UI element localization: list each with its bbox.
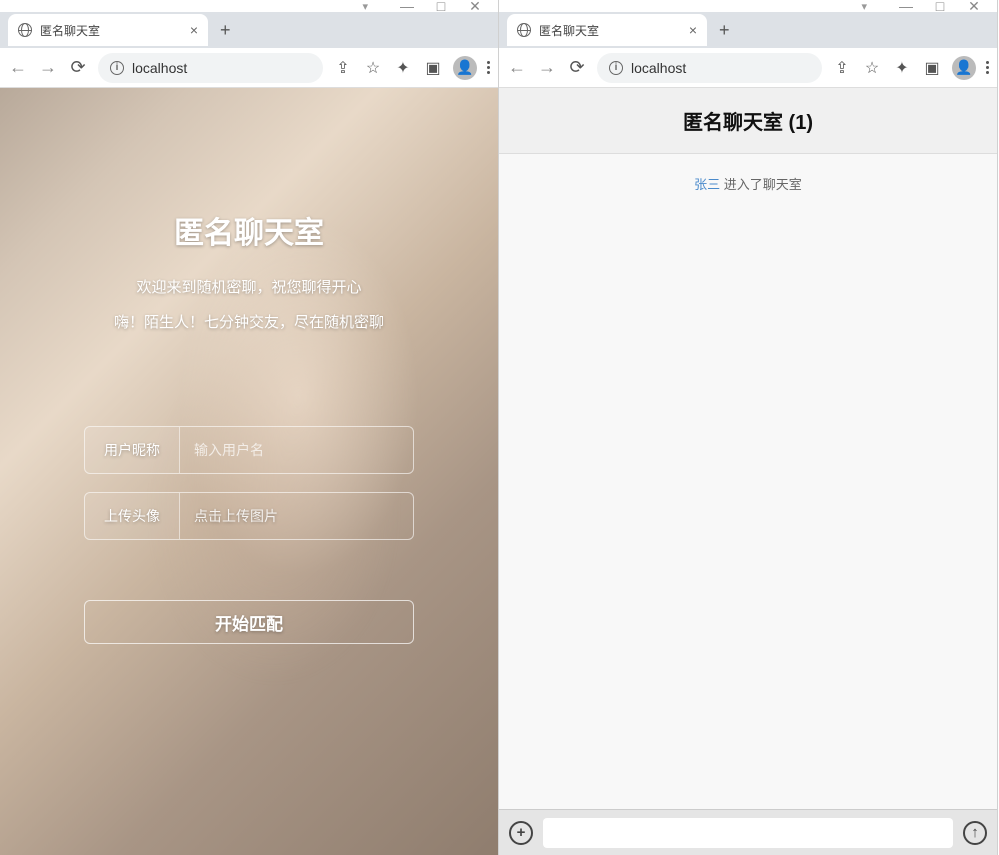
nickname-input[interactable] [180,427,413,473]
reload-button[interactable]: ⟳ [68,57,88,78]
system-action: 进入了聊天室 [720,177,802,192]
page-content-left: 匿名聊天室 欢迎来到随机密聊，祝您聊得开心 嗨！陌生人！七分钟交友，尽在随机密聊… [0,88,498,855]
info-icon[interactable]: i [110,61,124,75]
extensions-icon[interactable]: ✦ [892,58,912,78]
nickname-label: 用户昵称 [85,427,180,473]
globe-icon [18,23,32,37]
send-button[interactable]: ↑ [963,821,987,845]
chat-input-bar: + ↑ [499,809,997,855]
window-titlebar: ▾ — □ ✕ [499,0,997,12]
info-icon[interactable]: i [609,61,623,75]
upload-hint: 点击上传图片 [180,493,413,539]
address-bar[interactable]: i localhost [597,53,822,83]
chat-header: 匿名聊天室 (1) [499,88,997,154]
bookmark-icon[interactable]: ☆ [363,58,383,78]
chat-body: 张三 进入了聊天室 [499,154,997,809]
page-subtitle-1: 欢迎来到随机密聊，祝您聊得开心 [136,276,361,297]
message-input[interactable] [543,818,953,848]
chevron-down-icon[interactable]: ▾ [861,0,867,13]
forward-button[interactable]: → [38,57,58,78]
tab-strip: 匿名聊天室 × + [499,12,997,48]
profile-button[interactable]: 👤 [952,56,976,80]
new-tab-button[interactable]: + [220,20,231,41]
browser-window-left: ▾ — □ ✕ 匿名聊天室 × + ← → ⟳ i localhost ⇪ ☆ … [0,0,499,855]
tab-title: 匿名聊天室 [539,22,599,39]
new-tab-button[interactable]: + [719,20,730,41]
page-subtitle-2: 嗨！陌生人！七分钟交友，尽在随机密聊 [114,311,384,332]
share-icon[interactable]: ⇪ [333,58,353,78]
panel-icon[interactable]: ▣ [423,58,443,78]
globe-icon [517,23,531,37]
bookmark-icon[interactable]: ☆ [862,58,882,78]
upload-row[interactable]: 上传头像 点击上传图片 [84,492,414,540]
system-user: 张三 [694,177,720,192]
add-attachment-button[interactable]: + [509,821,533,845]
address-text: localhost [132,60,187,76]
nickname-row: 用户昵称 [84,426,414,474]
panel-icon[interactable]: ▣ [922,58,942,78]
tab-strip: 匿名聊天室 × + [0,12,498,48]
upload-label: 上传头像 [85,493,180,539]
browser-window-right: ▾ — □ ✕ 匿名聊天室 × + ← → ⟳ i localhost ⇪ ☆ … [499,0,998,855]
close-tab-icon[interactable]: × [689,22,697,38]
page-content-right: 匿名聊天室 (1) 张三 进入了聊天室 + ↑ [499,88,997,855]
chevron-down-icon[interactable]: ▾ [362,0,368,13]
back-button[interactable]: ← [8,57,28,78]
browser-toolbar: ← → ⟳ i localhost ⇪ ☆ ✦ ▣ 👤 [0,48,498,88]
menu-button[interactable] [487,61,490,74]
share-icon[interactable]: ⇪ [832,58,852,78]
tab-title: 匿名聊天室 [40,22,100,39]
profile-button[interactable]: 👤 [453,56,477,80]
browser-tab[interactable]: 匿名聊天室 × [507,14,707,46]
system-message: 张三 进入了聊天室 [519,174,977,193]
page-title: 匿名聊天室 [174,208,324,252]
menu-button[interactable] [986,61,989,74]
extensions-icon[interactable]: ✦ [393,58,413,78]
back-button[interactable]: ← [507,57,527,78]
login-form: 用户昵称 上传头像 点击上传图片 开始匹配 [84,426,414,644]
browser-tab[interactable]: 匿名聊天室 × [8,14,208,46]
browser-toolbar: ← → ⟳ i localhost ⇪ ☆ ✦ ▣ 👤 [499,48,997,88]
address-bar[interactable]: i localhost [98,53,323,83]
close-tab-icon[interactable]: × [190,22,198,38]
window-titlebar: ▾ — □ ✕ [0,0,498,12]
start-match-button[interactable]: 开始匹配 [84,600,414,644]
forward-button[interactable]: → [537,57,557,78]
reload-button[interactable]: ⟳ [567,57,587,78]
address-text: localhost [631,60,686,76]
